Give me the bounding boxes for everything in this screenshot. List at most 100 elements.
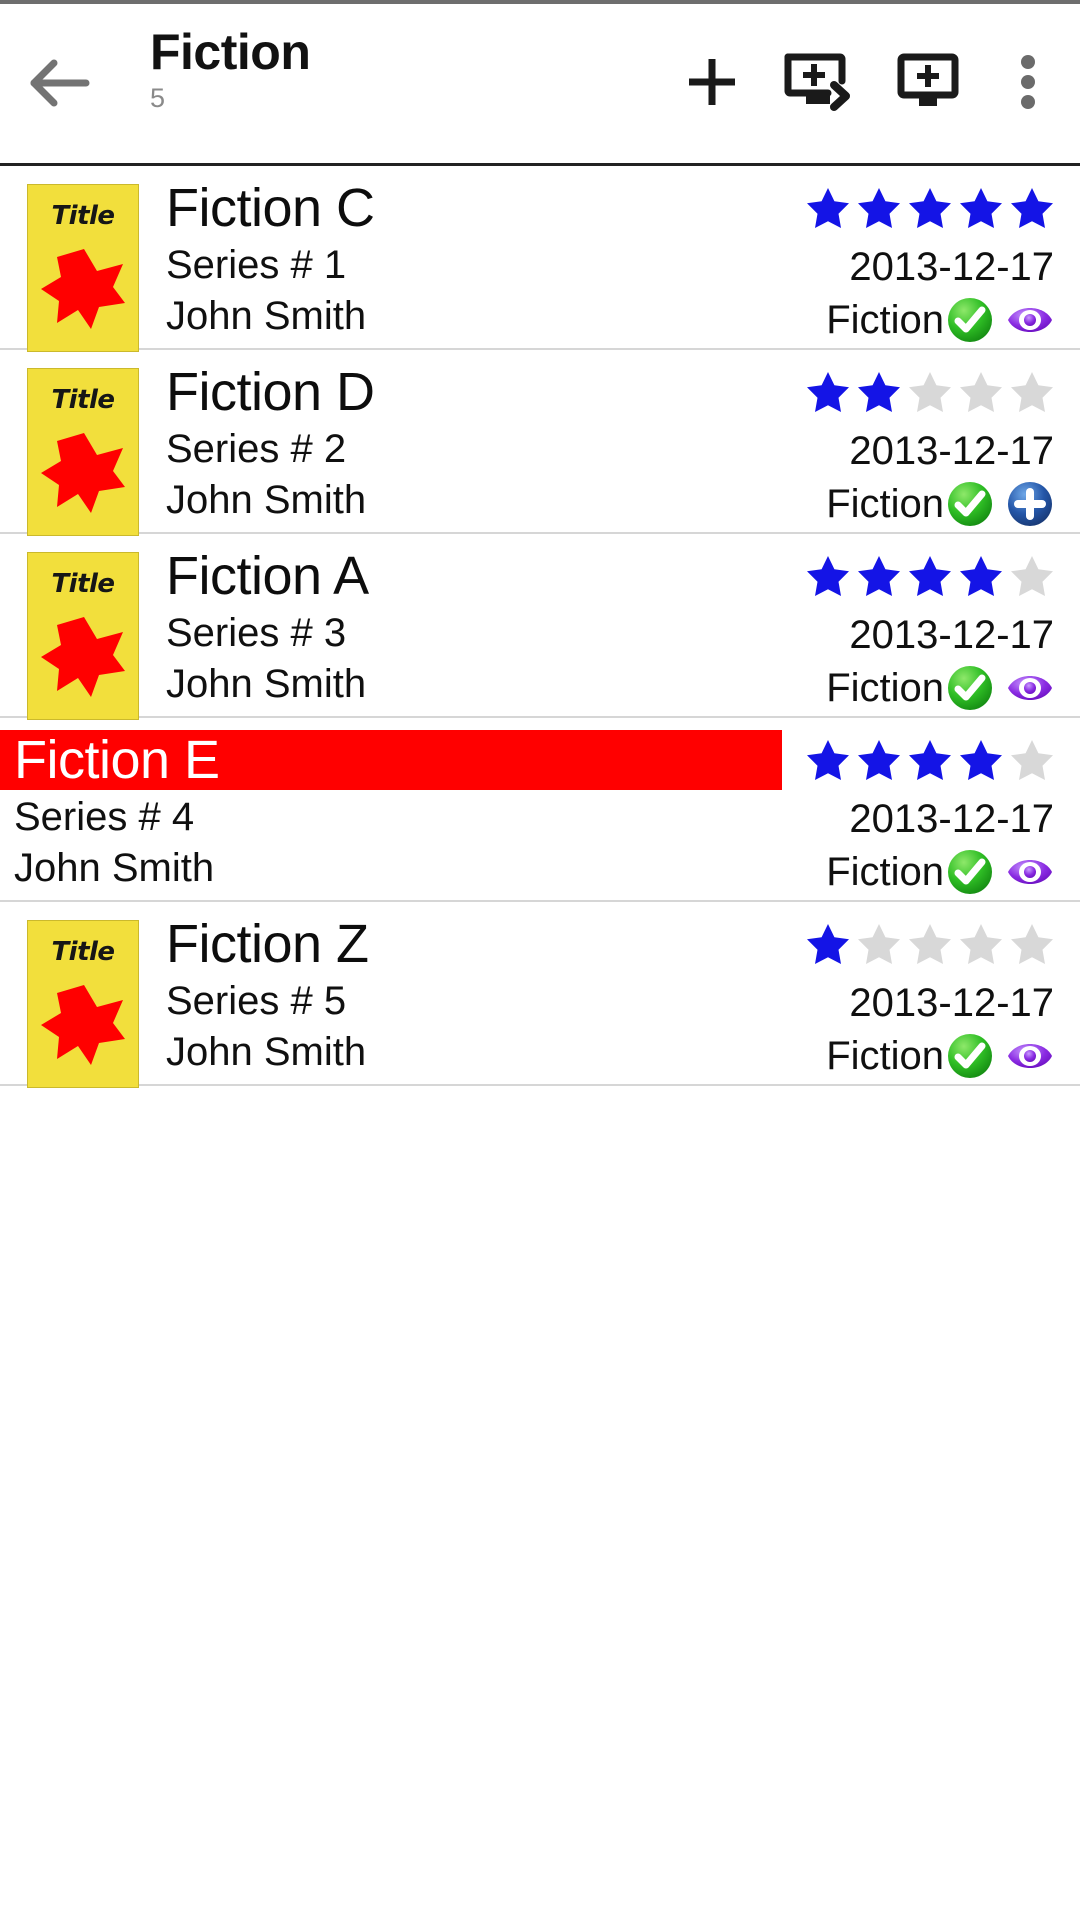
rating-star[interactable] xyxy=(908,370,952,412)
star-glyph xyxy=(960,188,1002,228)
overflow-menu-button[interactable] xyxy=(982,0,1074,163)
rating-star[interactable] xyxy=(857,370,901,412)
star-glyph xyxy=(909,556,951,596)
rating-star[interactable] xyxy=(959,370,1003,412)
check-badge[interactable] xyxy=(944,848,994,896)
rating-stars[interactable] xyxy=(650,552,1054,598)
rating-star[interactable] xyxy=(1010,554,1054,596)
check-badge[interactable] xyxy=(944,296,994,344)
row-text-block: Fiction Z Series # 5 John Smith xyxy=(166,912,650,1076)
book-title[interactable]: Fiction Z xyxy=(166,914,650,974)
red-star-glyph xyxy=(41,617,125,697)
rating-star[interactable] xyxy=(857,738,901,780)
check-badge[interactable] xyxy=(944,1032,994,1080)
book-row[interactable]: Title Fiction Z Series # 5 John Smith 2013-1… xyxy=(0,902,1080,1088)
add-to-screen-send-button[interactable] xyxy=(766,0,874,163)
book-category: Fiction xyxy=(826,298,944,342)
book-author: John Smith xyxy=(166,1030,367,1075)
book-cover-thumbnail[interactable]: Title xyxy=(27,920,139,1088)
book-row[interactable]: Title Fiction A Series # 3 John Smith 2013-1… xyxy=(0,534,1080,720)
rating-star[interactable] xyxy=(806,370,850,412)
book-author: John Smith xyxy=(166,478,367,523)
back-button[interactable] xyxy=(0,0,120,166)
add-badge[interactable] xyxy=(994,480,1054,528)
book-category: Fiction xyxy=(826,850,944,894)
plus-badge-icon xyxy=(1008,482,1052,526)
rating-star[interactable] xyxy=(857,186,901,228)
rating-star[interactable] xyxy=(908,738,952,780)
book-title[interactable]: Fiction A xyxy=(166,546,650,606)
rating-star[interactable] xyxy=(806,554,850,596)
add-button[interactable] xyxy=(658,0,766,163)
plus-icon xyxy=(684,54,740,110)
red-star-glyph xyxy=(41,985,125,1065)
red-star-glyph xyxy=(41,249,125,329)
rating-star[interactable] xyxy=(908,186,952,228)
read-badge[interactable] xyxy=(994,1032,1054,1080)
star-glyph xyxy=(1011,740,1053,780)
star-glyph xyxy=(960,556,1002,596)
book-row[interactable]: Title Fiction D Series # 2 John Smith 2013-1… xyxy=(0,350,1080,536)
rating-star[interactable] xyxy=(806,738,850,780)
row-meta-block: 2013-12-17 Fiction xyxy=(650,912,1080,1080)
eye-badge-icon xyxy=(1008,308,1052,332)
thumbnail-container: Title xyxy=(0,544,166,720)
book-series: Series # 3 xyxy=(166,611,347,656)
rating-stars[interactable] xyxy=(650,368,1054,414)
rating-star[interactable] xyxy=(806,922,850,964)
star-glyph xyxy=(909,188,951,228)
read-badge[interactable] xyxy=(994,296,1054,344)
read-badge[interactable] xyxy=(994,848,1054,896)
rating-star[interactable] xyxy=(959,186,1003,228)
book-author: John Smith xyxy=(166,294,367,339)
thumbnail-container: Title xyxy=(0,912,166,1088)
book-cover-thumbnail[interactable]: Title xyxy=(27,184,139,352)
rating-stars[interactable] xyxy=(650,184,1054,230)
star-glyph xyxy=(858,924,900,964)
cover-title-text: Title xyxy=(51,569,115,599)
action-bar xyxy=(658,0,1080,163)
book-cover-thumbnail[interactable]: Title xyxy=(27,552,139,720)
star-glyph xyxy=(807,556,849,596)
book-category-row: Fiction xyxy=(650,664,1054,712)
star-glyph xyxy=(807,924,849,964)
monitor-plus-icon xyxy=(896,51,960,113)
app-bar: Fiction 5 xyxy=(0,0,1080,166)
rating-star[interactable] xyxy=(1010,738,1054,780)
read-badge[interactable] xyxy=(994,664,1054,712)
rating-star[interactable] xyxy=(959,738,1003,780)
page-subtitle-count: 5 xyxy=(150,82,166,113)
check-badge-icon xyxy=(948,850,992,894)
rating-star[interactable] xyxy=(1010,186,1054,228)
rating-star[interactable] xyxy=(1010,922,1054,964)
rating-star[interactable] xyxy=(1010,370,1054,412)
rating-star[interactable] xyxy=(857,554,901,596)
book-title[interactable]: Fiction D xyxy=(166,362,650,422)
check-badge-icon xyxy=(948,1034,992,1078)
book-title[interactable]: Fiction C xyxy=(166,178,650,238)
add-to-screen-button[interactable] xyxy=(874,0,982,163)
row-text-block: Fiction A Series # 3 John Smith xyxy=(166,544,650,708)
book-category: Fiction xyxy=(826,666,944,710)
book-cover-thumbnail[interactable]: Title xyxy=(27,368,139,536)
star-glyph xyxy=(909,924,951,964)
book-row[interactable]: Fiction E Series # 4 John Smith 2013-12-17 F… xyxy=(0,718,1080,902)
rating-stars[interactable] xyxy=(650,920,1054,966)
star-glyph xyxy=(807,372,849,412)
rating-star[interactable] xyxy=(959,922,1003,964)
star-glyph xyxy=(1011,924,1053,964)
more-vertical-icon xyxy=(1020,54,1036,110)
check-badge[interactable] xyxy=(944,480,994,528)
rating-star[interactable] xyxy=(908,922,952,964)
rating-star[interactable] xyxy=(857,922,901,964)
cover-star-icon xyxy=(39,983,127,1072)
check-badge[interactable] xyxy=(944,664,994,712)
book-date: 2013-12-17 xyxy=(849,797,1054,841)
rating-star[interactable] xyxy=(959,554,1003,596)
rating-stars[interactable] xyxy=(650,736,1054,782)
book-row[interactable]: Title Fiction C Series # 1 John Smith 2013-1… xyxy=(0,166,1080,352)
rating-star[interactable] xyxy=(806,186,850,228)
status-strip xyxy=(0,0,1080,4)
rating-star[interactable] xyxy=(908,554,952,596)
star-glyph xyxy=(1011,556,1053,596)
